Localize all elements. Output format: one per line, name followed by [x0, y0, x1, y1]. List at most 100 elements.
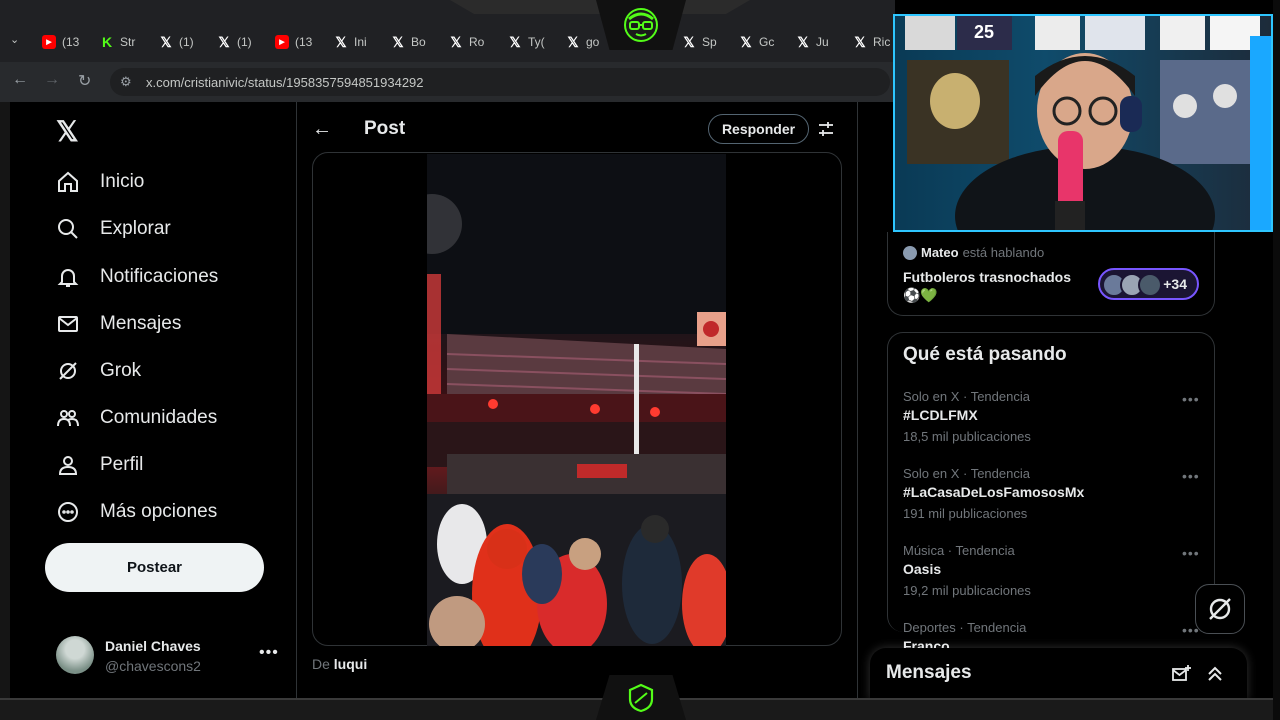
webcam-scene: 25 [905, 16, 1271, 230]
sidebar-item-mensajes[interactable]: Mensajes [56, 309, 181, 339]
tab-label: Ju [816, 35, 829, 49]
search-icon [56, 217, 80, 241]
tab-label: Bo [411, 35, 426, 49]
browser-tab[interactable]: 𝕏go [566, 30, 599, 54]
forward-button[interactable]: → [44, 71, 60, 89]
video-player[interactable] [427, 154, 726, 646]
tab-label: Ini [354, 35, 367, 49]
listener-count: +34 [1163, 276, 1187, 292]
sidebar-item-label: Explorar [100, 218, 171, 239]
x-icon: 𝕏 [509, 33, 521, 50]
youtube-icon: ▶ [42, 35, 56, 49]
tab-label: Gc [759, 35, 775, 49]
sidebar-item-label: Notificaciones [100, 266, 219, 287]
bell-icon [56, 265, 80, 289]
site-info-icon[interactable]: ⚙ [120, 74, 132, 90]
from-user-link[interactable]: luqui [334, 656, 367, 672]
tab-label: (1) [179, 35, 194, 49]
page-title: Post [364, 118, 406, 139]
host-avatar [903, 245, 917, 260]
account-switcher[interactable]: Daniel Chaves @chavescons2 ••• [56, 636, 286, 676]
trend-name: #LaCasaDeLosFamososMx [903, 484, 1085, 500]
x-icon: 𝕏 [567, 33, 579, 50]
browser-tab[interactable]: 𝕏 Gc [739, 30, 774, 54]
reload-button[interactable]: ↻ [78, 71, 91, 91]
sidebar-item-notificaciones[interactable]: Notificaciones [56, 262, 218, 292]
x-sidebar [10, 102, 296, 698]
spaces-host-line: Mateo está hablando [903, 245, 1044, 260]
tab-label: (1) [237, 35, 252, 49]
address-bar[interactable]: ⚙ x.com/cristianivic/status/195835759485… [110, 68, 890, 96]
messages-drawer-title: Mensajes [886, 662, 972, 683]
grok-button[interactable] [1195, 584, 1245, 634]
more-dots-icon[interactable]: ••• [259, 644, 279, 662]
trends-title: Qué está pasando [903, 344, 1067, 365]
sidebar-item-label: Más opciones [100, 501, 218, 522]
browser-tab[interactable]: 𝕏 (1) [159, 30, 194, 54]
browser-tab[interactable]: 𝕏 Ric [853, 30, 890, 54]
expand-chevron-icon[interactable] [1205, 664, 1225, 684]
tab-list-chevron-icon[interactable]: ⌄ [10, 33, 19, 46]
more-dots-icon[interactable]: ••• [1182, 391, 1200, 407]
more-dots-icon[interactable]: ••• [1182, 545, 1200, 561]
reply-button[interactable]: Responder [708, 114, 809, 144]
browser-tab[interactable]: 𝕏 Ju [796, 30, 829, 54]
url-text: x.com/cristianivic/status/19583575948519… [146, 74, 424, 90]
x-icon: 𝕏 [392, 33, 404, 50]
streamer-logo [596, 0, 686, 50]
browser-tab[interactable]: K Str [100, 30, 135, 54]
browser-tab[interactable]: 𝕏 Bo [391, 30, 426, 54]
x-icon: 𝕏 [740, 33, 752, 50]
streamer-webcam: 25 [893, 14, 1273, 232]
mail-icon [56, 312, 80, 336]
glasses-face-icon [624, 8, 658, 42]
browser-tab[interactable]: 𝕏 (1) [217, 30, 252, 54]
overlay-left-frame [0, 102, 10, 700]
kick-icon: K [101, 34, 113, 50]
stadium-video-frame [427, 154, 726, 646]
sidebar-item-perfil[interactable]: Perfil [56, 450, 143, 480]
new-message-icon[interactable] [1171, 664, 1191, 684]
tab-label: Str [120, 35, 136, 49]
sidebar-item-explorar[interactable]: Explorar [56, 214, 171, 244]
tab-label: (13 [295, 35, 313, 49]
listener-avatar [1138, 273, 1162, 297]
from-attribution: De luqui [312, 656, 367, 672]
person-icon [56, 453, 80, 477]
browser-tab[interactable]: ▶ (13 [42, 30, 79, 54]
sidebar-item-label: Inicio [100, 171, 145, 192]
trend-name: #LCDLFMX [903, 407, 978, 423]
spaces-emoji: ⚽💚 [903, 287, 938, 303]
youtube-icon: ▶ [275, 35, 289, 49]
trend-post-count: 19,2 mil publicaciones [903, 583, 1031, 598]
tab-label: (13 [62, 35, 80, 49]
browser-tab[interactable]: ▶ (13 [275, 30, 312, 54]
more-dots-icon[interactable]: ••• [1182, 468, 1200, 484]
overlay-right-frame [1273, 0, 1280, 720]
trend-category: Solo en X · Tendencia [903, 389, 1030, 404]
spaces-host-name: Mateo [921, 245, 959, 260]
browser-tab[interactable]: 𝕏 Ro [449, 30, 484, 54]
browser-tab[interactable]: 𝕏 Ty( [508, 30, 544, 54]
browser-tab[interactable]: 𝕏 Sp [682, 30, 717, 54]
x-logo-icon[interactable]: 𝕏 [56, 115, 79, 148]
sidebar-item-grok[interactable]: Grok [56, 356, 141, 386]
sidebar-item-inicio[interactable]: Inicio [56, 167, 144, 197]
svg-text:25: 25 [974, 22, 994, 42]
back-button[interactable]: ← [12, 71, 28, 89]
tab-label: Sp [702, 35, 717, 49]
grok-icon [56, 359, 80, 383]
browser-tab[interactable]: 𝕏 Ini [334, 30, 367, 54]
sidebar-item-label: Mensajes [100, 313, 182, 334]
sidebar-item-comunidades[interactable]: Comunidades [56, 403, 217, 433]
back-arrow-icon[interactable]: ← [312, 118, 332, 141]
spaces-host-status: está hablando [962, 245, 1045, 260]
trend-category: Música · Tendencia [903, 543, 1015, 558]
sidebar-item-más-opciones[interactable]: Más opciones [56, 497, 217, 527]
overlay-shield-badge [596, 675, 686, 720]
post-button[interactable]: Postear [45, 543, 264, 592]
communities-icon [56, 406, 80, 430]
x-icon: 𝕏 [160, 33, 172, 50]
sliders-icon[interactable] [817, 120, 835, 138]
more-circle-icon [56, 500, 80, 524]
